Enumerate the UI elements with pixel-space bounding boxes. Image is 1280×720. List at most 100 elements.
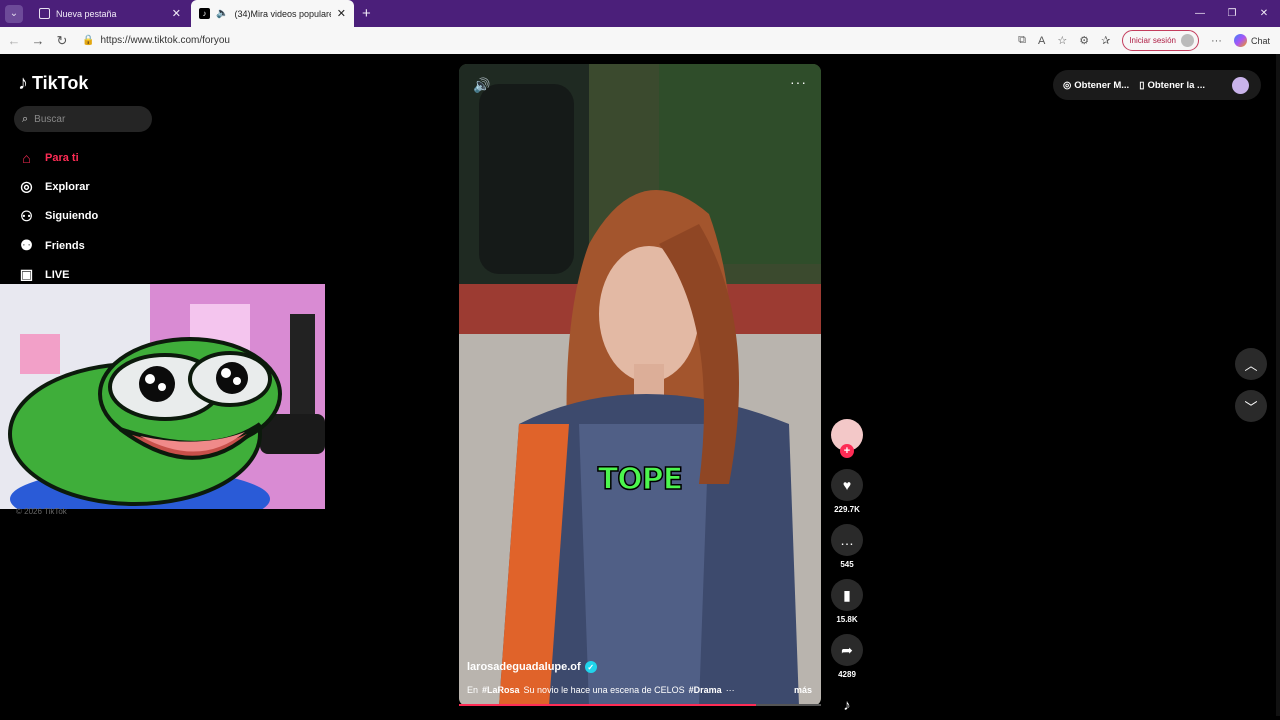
sidebar-item-siguiendo[interactable]: ⚇ Siguiendo [18, 202, 98, 231]
video-actions: + ♥ 229.7K … 545 ▮ 15.8K ➦ 4289 ♪ [830, 419, 864, 717]
new-tab-button[interactable]: + [362, 5, 371, 22]
video-player[interactable] [459, 64, 821, 706]
sidebar-item-label: Para ti [45, 151, 79, 164]
share-count: 4289 [838, 670, 856, 679]
translate-icon[interactable]: A [1038, 35, 1045, 47]
back-icon[interactable]: ← [2, 33, 26, 48]
more-button[interactable]: más [794, 685, 812, 695]
speaker-icon[interactable]: 🔈 [216, 8, 228, 19]
copyright-text: © 2026 TikTok [16, 507, 67, 516]
next-video-button[interactable]: ﹀ [1235, 390, 1267, 422]
coin-icon: ◎ [1063, 79, 1072, 91]
like-count: 229.7K [834, 505, 860, 514]
more-options-icon[interactable]: ··· [790, 74, 807, 90]
description-ellipsis: ··· [725, 685, 735, 695]
friends-icon: ⚉ [20, 237, 33, 254]
author-avatar[interactable]: + [831, 419, 863, 458]
close-tab-icon[interactable]: ✕ [172, 7, 181, 20]
hashtag-link[interactable]: #LaRosa [482, 685, 520, 695]
save-count: 15.8K [836, 615, 858, 624]
tab-actions-button[interactable]: ⌄ [5, 4, 23, 23]
sidebar-item-explorar[interactable]: ◎ Explorar [18, 172, 98, 201]
comment-button[interactable]: … [831, 524, 863, 556]
search-placeholder: Buscar [34, 113, 66, 125]
tab-title: Nueva pestaña [56, 8, 117, 19]
refresh-icon[interactable]: ↻ [50, 33, 74, 49]
sidebar-item-label: LIVE [45, 268, 70, 281]
heart-icon: ♥ [842, 477, 852, 493]
tab-tiktok[interactable]: ♪ 🔈 (34)Mira videos populares sel ✕ [191, 0, 354, 27]
video-description: En #LaRosa Su novio le hace una escena d… [467, 685, 812, 695]
live-icon: ▣ [19, 266, 34, 283]
description-prefix: En [467, 685, 479, 695]
video-frame-illustration [459, 64, 821, 706]
video-caption-overlay: TOPE [597, 461, 684, 498]
forward-icon[interactable]: → [26, 33, 50, 48]
tab-new-tab[interactable]: Nueva pestaña ✕ [31, 0, 189, 27]
sidebar-item-friends[interactable]: ⚉ Friends [18, 231, 98, 260]
page-scrollbar[interactable] [1276, 54, 1280, 716]
share-icon: ➦ [841, 641, 853, 658]
save-button[interactable]: ▮ [831, 579, 863, 611]
address-bar: ← → ↻ 🔒 https://www.tiktok.com/foryou ⧉ … [0, 27, 1280, 54]
bookmark-icon: ▮ [843, 586, 851, 603]
verified-badge-icon: ✓ [584, 661, 597, 673]
browser-tab-bar: ⌄ Nueva pestaña ✕ ♪ 🔈 (34)Mira videos po… [0, 0, 1280, 27]
menu-dots-icon[interactable]: ··· [1211, 35, 1222, 47]
following-icon: ⚇ [20, 207, 33, 224]
follow-plus-icon[interactable]: + [840, 444, 854, 458]
signin-label: Iniciar sesión [1129, 36, 1176, 45]
sidebar-item-label: Friends [45, 239, 85, 252]
url-field[interactable]: 🔒 https://www.tiktok.com/foryou [82, 35, 1018, 46]
close-tab-icon[interactable]: ✕ [337, 7, 346, 20]
favorites-icon[interactable]: ✰ [1101, 34, 1110, 47]
tiktok-logo[interactable]: ♪ TikTok [18, 72, 88, 95]
tab-title: (34)Mira videos populares sel [234, 8, 330, 19]
comment-count: 545 [840, 560, 854, 569]
window-controls: — ❐ ✕ [1184, 0, 1280, 27]
new-tab-icon [39, 8, 50, 19]
get-app-button[interactable]: ▯ Obtener la ... [1139, 80, 1205, 91]
music-disc-icon[interactable]: ♪ [835, 693, 859, 717]
coins-label: Obtener M... [1074, 79, 1130, 91]
previous-video-button[interactable]: ︿ [1235, 348, 1267, 380]
minimize-icon[interactable]: — [1184, 0, 1216, 27]
like-button[interactable]: ♥ [831, 469, 863, 501]
extensions-icon[interactable]: ⚙ [1079, 34, 1089, 47]
get-coins-button[interactable]: ◎ Obtener M... [1063, 80, 1129, 91]
logo-text: TikTok [32, 73, 89, 93]
volume-icon[interactable]: 🔊 [473, 77, 490, 94]
video-progress-fill [459, 704, 756, 706]
search-input[interactable]: ⌕ Buscar [14, 106, 152, 132]
chat-label: Chat [1250, 35, 1270, 46]
tiktok-note-icon: ♪ [18, 72, 28, 94]
profile-avatar[interactable] [1232, 76, 1249, 94]
profile-avatar-icon [1180, 34, 1194, 47]
url-text[interactable]: https://www.tiktok.com/foryou [100, 35, 230, 46]
sidebar-item-para-ti[interactable]: ⌂ Para ti [18, 143, 98, 172]
sidebar-nav: ⌂ Para ti ◎ Explorar ⚇ Siguiendo ⚉ Frien… [18, 143, 98, 289]
sidebar-item-label: Explorar [45, 180, 90, 193]
copilot-chat-button[interactable]: Chat [1233, 34, 1270, 47]
site-info-icon[interactable]: 🔒 [82, 35, 94, 46]
open-in-app-icon[interactable]: ⧉ [1018, 34, 1026, 47]
hashtag-link[interactable]: #Drama [689, 685, 722, 695]
video-progress-bar[interactable] [459, 704, 821, 706]
video-author[interactable]: larosadeguadalupe.of ✓ [467, 661, 597, 673]
frog-meme-illustration [0, 284, 325, 509]
home-icon: ⌂ [22, 149, 31, 166]
close-window-icon[interactable]: ✕ [1248, 0, 1280, 27]
tiktok-favicon-icon: ♪ [199, 8, 210, 19]
signin-button[interactable]: Iniciar sesión [1122, 30, 1199, 51]
browser-toolbar: ⧉ A ☆ ⚙ ✰ Iniciar sesión ··· Chat [1018, 30, 1270, 51]
app-label: Obtener la ... [1147, 79, 1205, 91]
favorite-star-icon[interactable]: ☆ [1057, 34, 1067, 47]
share-button[interactable]: ➦ [831, 634, 863, 666]
comment-icon: … [840, 532, 854, 548]
chevron-down-icon: ﹀ [1244, 399, 1258, 415]
search-icon: ⌕ [22, 112, 29, 125]
top-right-menu: ◎ Obtener M... ▯ Obtener la ... [1053, 70, 1261, 100]
author-name[interactable]: larosadeguadalupe.of [467, 661, 581, 673]
restore-icon[interactable]: ❐ [1216, 0, 1248, 27]
compass-icon: ◎ [20, 178, 33, 195]
